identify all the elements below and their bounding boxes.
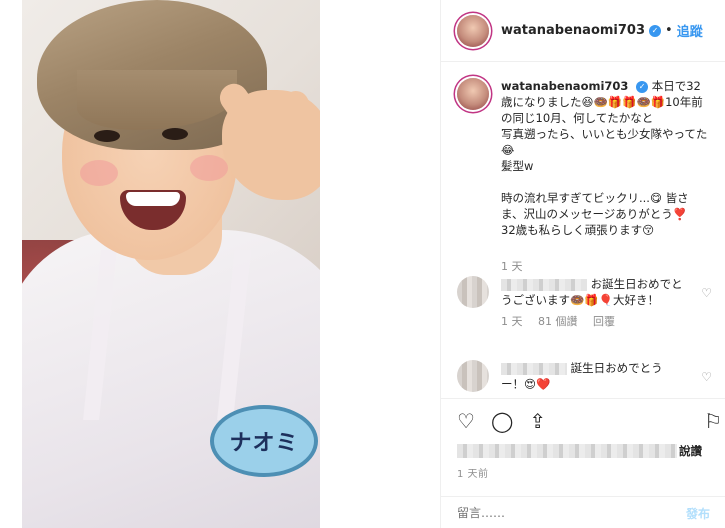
caption-avatar[interactable]: [457, 78, 489, 110]
comment-reply-button[interactable]: 回覆: [593, 315, 615, 328]
likes-suffix: 說讚: [679, 444, 702, 458]
comment-body: 誕生日おめでとう ー！😍❤️: [501, 360, 686, 392]
post-actions: ♡ ◯ ⇪ ⚐ 說讚 1 天前 發布: [441, 398, 725, 528]
comment-item: お誕生日おめでとうございます🍩🎁🎈大好き！ 1 天 81 個讚 回覆 ♡: [457, 276, 722, 330]
photo-eye-right: [162, 128, 188, 140]
caption-username[interactable]: watanabenaomi703: [501, 79, 628, 93]
comment-like-heart-icon[interactable]: ♡: [701, 370, 712, 384]
bookmark-icon[interactable]: ⚐: [704, 409, 722, 433]
comment-avatar[interactable]: [457, 276, 489, 308]
caption: watanabenaomi703 ✓ 本日で32歳になりました😆🍩🎁🎁🍩🎁10年…: [457, 78, 711, 238]
likes-names-blurred: [457, 444, 677, 458]
comments-list[interactable]: watanabenaomi703 ✓ 本日で32歳になりました😆🍩🎁🎁🍩🎁10年…: [441, 62, 725, 398]
comment-composer: 發布: [441, 496, 725, 528]
photo-cheek-left: [80, 160, 118, 186]
author-username[interactable]: watanabenaomi703: [501, 23, 645, 38]
comment-item: 誕生日おめでとう ー！😍❤️ ♡: [457, 360, 722, 392]
comment-likes[interactable]: 81 個讚: [538, 315, 578, 328]
post-timestamp[interactable]: 1 天前: [457, 465, 489, 480]
verified-badge-icon: ✓: [649, 24, 662, 37]
comment-input[interactable]: [457, 506, 657, 520]
photo-cheek-right: [190, 155, 228, 181]
comment-icon[interactable]: ◯: [491, 409, 513, 433]
author-avatar[interactable]: [457, 14, 489, 47]
photo-collar: [83, 250, 251, 420]
photo-teeth: [126, 192, 180, 206]
caption-time: 1 天: [501, 260, 523, 273]
action-icons: ♡ ◯ ⇪: [457, 409, 546, 433]
likes-summary[interactable]: 說讚: [457, 443, 702, 459]
comment-meta: 1 天 81 個讚 回覆: [501, 314, 686, 330]
post-header: watanabenaomi703 ✓ • 追蹤: [441, 0, 725, 62]
post-photo-area: ナオミ: [0, 0, 440, 528]
photo-nametag: ナオミ: [210, 405, 318, 477]
caption-text: 本日で32歳になりました😆🍩🎁🎁🍩🎁10年前の同じ10月、何してたかなと 写真遡…: [501, 79, 708, 237]
caption-body: watanabenaomi703 ✓ 本日で32歳になりました😆🍩🎁🎁🍩🎁10年…: [501, 78, 711, 238]
follow-button[interactable]: 追蹤: [677, 21, 703, 40]
post-side-panel: watanabenaomi703 ✓ • 追蹤 watanabenaomi703…: [440, 0, 725, 528]
comment-avatar[interactable]: [457, 360, 489, 392]
verified-badge-icon: ✓: [636, 80, 649, 93]
comment-time: 1 天: [501, 315, 523, 328]
comment-like-heart-icon[interactable]: ♡: [701, 286, 712, 300]
share-icon[interactable]: ⇪: [529, 409, 546, 433]
photo-eye-left: [94, 130, 120, 142]
header-separator: •: [665, 23, 673, 38]
comment-body: お誕生日おめでとうございます🍩🎁🎈大好き！ 1 天 81 個讚 回覆: [501, 276, 686, 330]
nametag-text: ナオミ: [229, 431, 299, 456]
comment-username-blurred[interactable]: [501, 278, 587, 291]
post-photo[interactable]: ナオミ: [22, 0, 320, 528]
post-comment-button[interactable]: 發布: [686, 505, 710, 522]
comment-username-blurred[interactable]: [501, 362, 567, 375]
heart-icon[interactable]: ♡: [457, 409, 475, 433]
